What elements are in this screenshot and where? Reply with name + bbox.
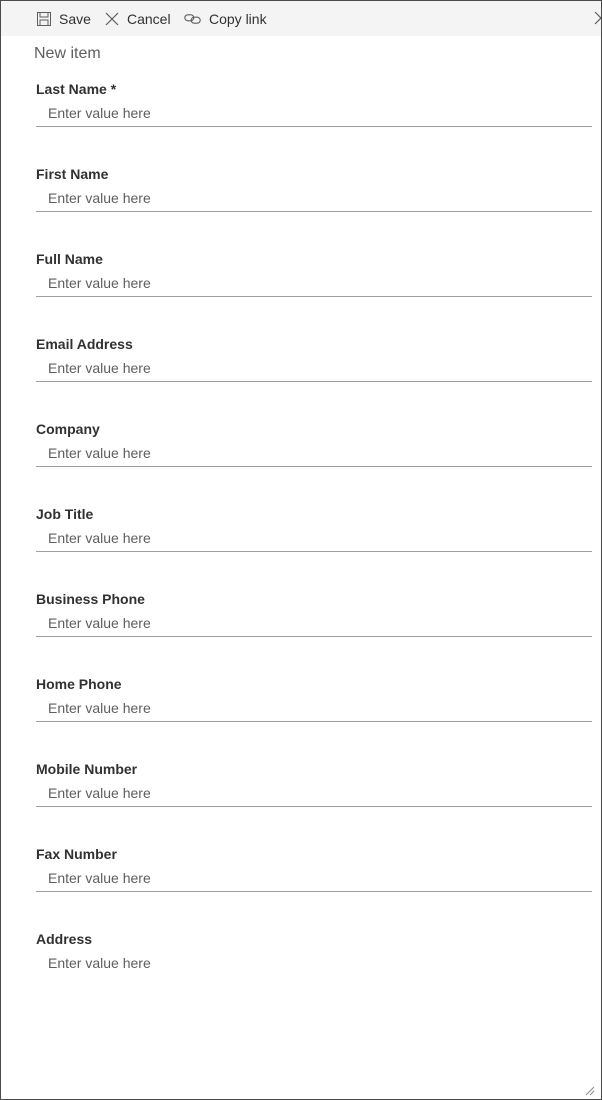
input-placeholder: Enter value here [48, 955, 151, 971]
input-placeholder: Enter value here [48, 700, 151, 716]
field-label: Mobile Number [36, 761, 138, 777]
email-address-input[interactable]: Enter value here [36, 356, 592, 382]
input-placeholder: Enter value here [48, 530, 151, 546]
form-title: New item [34, 45, 101, 62]
field-label: Email Address [36, 336, 133, 352]
command-bar: Save Cancel Copy link [1, 1, 601, 36]
input-placeholder: Enter value here [48, 445, 151, 461]
new-item-panel: Save Cancel Copy link New item Last Name… [0, 0, 602, 1100]
job-title-input[interactable]: Enter value here [36, 526, 592, 552]
input-placeholder: Enter value here [48, 360, 151, 376]
close-panel-icon[interactable] [594, 11, 601, 25]
resize-grip-icon[interactable] [585, 1083, 595, 1096]
copy-link-button[interactable]: Copy link [184, 1, 267, 36]
first-name-input[interactable]: Enter value here [36, 186, 592, 212]
field-label: Address [36, 931, 93, 947]
save-button[interactable]: Save [37, 1, 91, 36]
field-label: Last Name * [36, 81, 117, 97]
cancel-button[interactable]: Cancel [105, 1, 171, 36]
copy-link-label: Copy link [209, 10, 267, 27]
field-label: Company [36, 421, 100, 437]
input-placeholder: Enter value here [48, 275, 151, 291]
home-phone-input[interactable]: Enter value here [36, 696, 592, 722]
link-icon [184, 13, 201, 25]
close-icon [105, 12, 119, 26]
input-placeholder: Enter value here [48, 190, 151, 206]
save-label: Save [59, 10, 91, 27]
last-name-input[interactable]: Enter value here [36, 101, 592, 127]
input-placeholder: Enter value here [48, 785, 151, 801]
business-phone-input[interactable]: Enter value here [36, 611, 592, 637]
input-placeholder: Enter value here [48, 615, 151, 631]
input-placeholder: Enter value here [48, 870, 151, 886]
field-label: Home Phone [36, 676, 122, 692]
cancel-label: Cancel [127, 10, 171, 27]
company-input[interactable]: Enter value here [36, 441, 592, 467]
field-label: Fax Number [36, 846, 117, 862]
address-textarea[interactable]: Enter value here [36, 951, 592, 976]
full-name-input[interactable]: Enter value here [36, 271, 592, 297]
input-placeholder: Enter value here [48, 105, 151, 121]
field-label: Job Title [36, 506, 94, 522]
field-label: Business Phone [36, 591, 145, 607]
field-label: First Name [36, 166, 109, 182]
save-icon [37, 11, 51, 26]
field-label: Full Name [36, 251, 103, 267]
fax-number-input[interactable]: Enter value here [36, 866, 592, 892]
mobile-number-input[interactable]: Enter value here [36, 781, 592, 807]
